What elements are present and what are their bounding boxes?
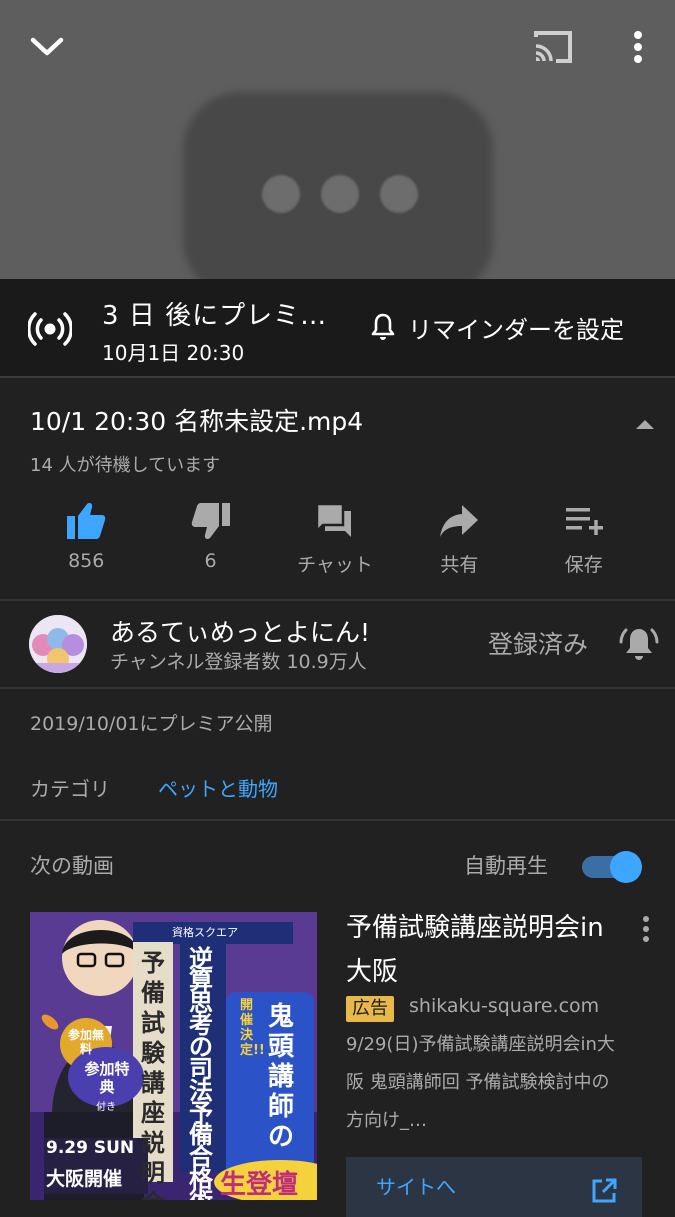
ad-title[interactable]: 予備試験講座説明会in大阪 [346, 906, 616, 994]
ad-domain: shikaku-square.com [409, 995, 600, 1017]
cast-icon[interactable] [530, 26, 576, 68]
video-player[interactable] [0, 0, 675, 279]
share-label: 共有 [440, 554, 479, 576]
set-reminder-label: リマインダーを設定 [408, 315, 624, 344]
video-title: 10/1 20:30 名称未設定.mp4 [30, 407, 364, 436]
loading-dot [262, 175, 300, 213]
divider [0, 819, 675, 821]
share-button[interactable]: 共有 [397, 496, 521, 577]
ad-thumb-appearance: 生登壇 [220, 1170, 299, 1200]
chat-button[interactable]: チャット [273, 496, 397, 577]
playlist-add-icon [564, 496, 604, 546]
ad-thumbnail[interactable]: 資格スクエア 予備試験講座説明会 逆算思考の司法予備合格術 開催決定!! 鬼頭講… [30, 912, 317, 1200]
ad-thumb-bonus: 参加特典 [84, 1060, 130, 1096]
bell-icon [370, 312, 396, 342]
chevron-down-icon[interactable] [24, 24, 70, 70]
ad-description: 9/29(日)予備試験講座説明会in大阪 鬼頭講師回 予備試験検討中の方向け_… [346, 1034, 615, 1131]
premiere-title: 3 日 後にプレミ… [102, 301, 328, 331]
ad-thumb-headline: 逆算思考の司法予備合格術 [189, 945, 213, 1200]
autoplay-toggle[interactable] [580, 851, 646, 883]
waiting-count: 14 人が待機しています [30, 455, 221, 476]
more-vert-icon[interactable] [634, 914, 658, 944]
divider [0, 687, 675, 689]
visit-site-button[interactable]: サイトへ [346, 1157, 642, 1217]
dislike-count: 6 [204, 550, 217, 572]
ad-thumb-venue: 大阪開催 [46, 1168, 123, 1190]
save-button[interactable]: 保存 [522, 496, 646, 577]
ad-brand-text: 資格スクエア [172, 926, 238, 939]
like-count: 856 [68, 550, 105, 572]
ad-thumb-date: 9.29 SUN [46, 1138, 135, 1158]
expand-description-icon[interactable] [636, 420, 654, 429]
dislike-button[interactable]: 6 [148, 496, 272, 577]
channel-avatar[interactable] [29, 615, 87, 673]
thumbs-up-icon [65, 496, 107, 546]
open-external-icon [592, 1178, 617, 1203]
ad-thumb-announce: 開催決定!! [240, 998, 265, 1058]
divider [0, 599, 675, 601]
premiere-info: 2019/10/01にプレミア公開 [30, 713, 273, 735]
visit-site-label: サイトへ [376, 1175, 456, 1199]
set-reminder-button[interactable]: リマインダーを設定 [370, 309, 624, 345]
channel-name[interactable]: あるてぃめっとよにん! [110, 613, 370, 649]
share-icon [438, 496, 480, 546]
like-button[interactable]: 856 [24, 496, 148, 577]
chat-label: チャット [297, 554, 373, 576]
ad-badge: 広告 [346, 996, 394, 1022]
loading-dot [321, 175, 359, 213]
category-label: カテゴリ [30, 777, 110, 801]
live-broadcast-icon [27, 307, 73, 351]
premiere-date: 10月1日 20:30 [102, 341, 245, 365]
autoplay-label: 自動再生 [464, 854, 548, 878]
subscriber-count: チャンネル登録者数 10.9万人 [110, 651, 367, 673]
more-vert-icon[interactable] [622, 28, 654, 66]
premiere-bar: 3 日 後にプレミ… 10月1日 20:30 リマインダーを設定 [0, 279, 675, 378]
category-link[interactable]: ペットと動物 [158, 773, 278, 802]
up-next-label: 次の動画 [30, 854, 114, 878]
save-label: 保存 [564, 554, 603, 576]
notification-bell-icon[interactable] [618, 624, 660, 664]
ad-thumb-title: 予備試験講座説明会 [141, 949, 165, 1200]
thumbs-down-icon [190, 496, 232, 546]
toggle-knob [610, 851, 642, 883]
ad-thumb-speaker: 鬼頭講師の [268, 1002, 295, 1152]
chat-icon [315, 496, 355, 546]
ad-thumb-bonus-sub: 付き [96, 1102, 116, 1113]
ad-thumb-free-badge: 参加無料 [67, 1028, 104, 1056]
action-bar: 856 6 チャット 共有 保存 [24, 496, 646, 577]
subscribed-button[interactable]: 登録済み [488, 625, 588, 661]
loading-dot [380, 175, 418, 213]
